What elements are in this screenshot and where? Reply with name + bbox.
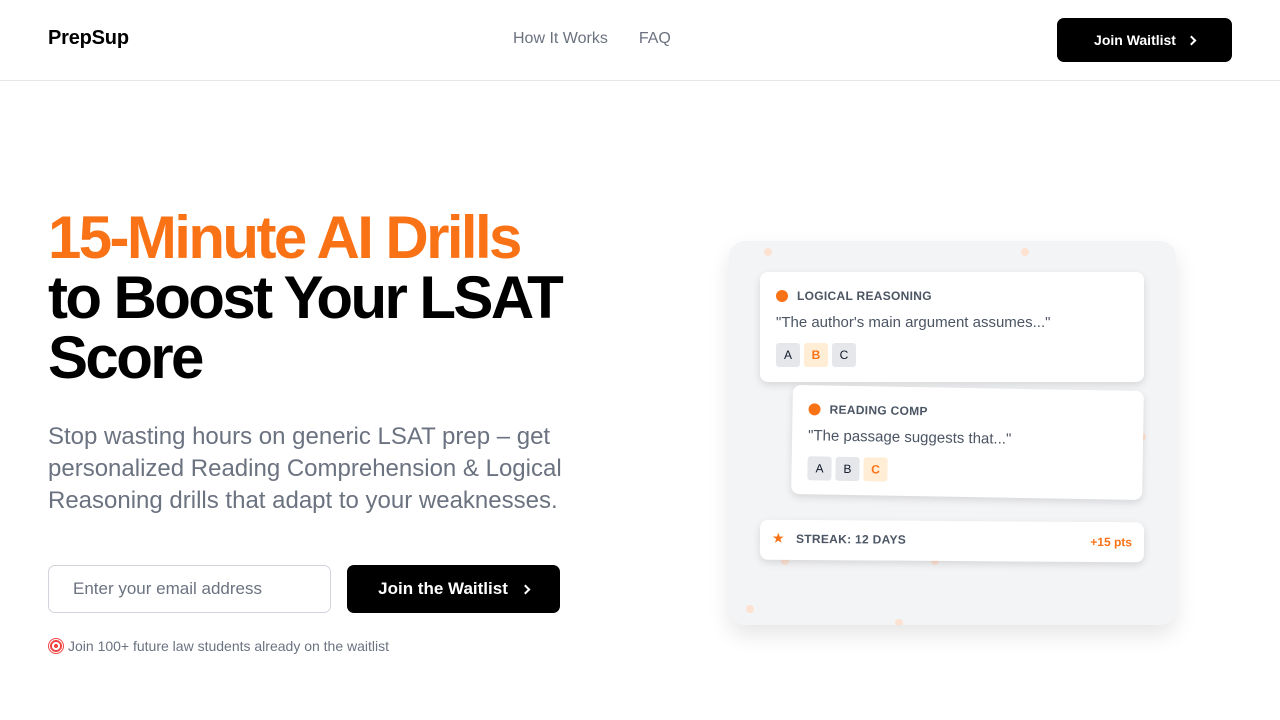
decor-dot	[1021, 248, 1029, 256]
decor-dot	[895, 619, 903, 625]
decor-dot	[746, 605, 754, 613]
hero-subtitle: Stop wasting hours on generic LSAT prep …	[48, 423, 562, 514]
social-proof-text: Join 100+ future law students already on…	[68, 638, 390, 654]
card-header: LOGICAL REASONING	[776, 289, 932, 303]
option-c: C	[832, 343, 856, 367]
logo[interactable]: PrepSup	[48, 27, 129, 50]
orange-dot-icon	[808, 403, 821, 416]
card-question: "The passage suggests that..."	[807, 427, 1012, 448]
nav-how-it-works[interactable]: How It Works	[513, 30, 608, 48]
star-icon: ★	[771, 529, 785, 546]
decor-dot	[764, 248, 772, 256]
answer-options: A B C	[776, 343, 856, 367]
card-question: "The author's main argument assumes..."	[776, 314, 1051, 331]
card-title: LOGICAL REASONING	[797, 289, 932, 303]
headline-accent: 15-Minute AI Drills	[48, 204, 522, 271]
main-nav: How It Works FAQ	[513, 30, 671, 48]
streak-label: STREAK: 12 DAYS	[795, 531, 907, 547]
email-input[interactable]	[48, 565, 331, 613]
reading-comp-card: READING COMP "The passage suggests that.…	[791, 384, 1144, 501]
social-proof: Join 100+ future law students already on…	[48, 638, 389, 654]
option-b-selected: B	[804, 343, 828, 367]
orange-dot-icon	[776, 290, 788, 302]
answer-options: A B C	[807, 456, 888, 482]
join-the-waitlist-label: Join the Waitlist	[378, 579, 508, 598]
join-the-waitlist-button[interactable]: Join the Waitlist	[347, 565, 560, 613]
card-header: READING COMP	[808, 402, 928, 418]
option-a: A	[807, 456, 832, 481]
hero-headline: 15-Minute AI Drills to Boost Your LSAT S…	[48, 208, 648, 388]
card-title: READING COMP	[829, 402, 928, 419]
streak-card: ★ STREAK: 12 DAYS +15 pts	[759, 519, 1145, 563]
join-waitlist-button[interactable]: Join Waitlist	[1057, 18, 1232, 62]
drill-illustration: LOGICAL REASONING "The author's main arg…	[729, 241, 1176, 625]
headline-rest: to Boost Your LSAT Score	[48, 264, 564, 391]
join-waitlist-label: Join Waitlist	[1094, 32, 1176, 48]
points-badge: +15 pts	[1090, 534, 1133, 550]
option-b: B	[835, 456, 860, 482]
site-header: PrepSup How It Works FAQ Join Waitlist	[0, 0, 1280, 81]
option-a: A	[776, 343, 800, 367]
nav-faq[interactable]: FAQ	[639, 30, 671, 48]
logical-reasoning-card: LOGICAL REASONING "The author's main arg…	[760, 272, 1144, 382]
target-icon	[48, 638, 64, 654]
option-c-selected: C	[863, 457, 888, 482]
chevron-right-icon	[1186, 35, 1197, 45]
chevron-right-icon	[520, 584, 531, 594]
